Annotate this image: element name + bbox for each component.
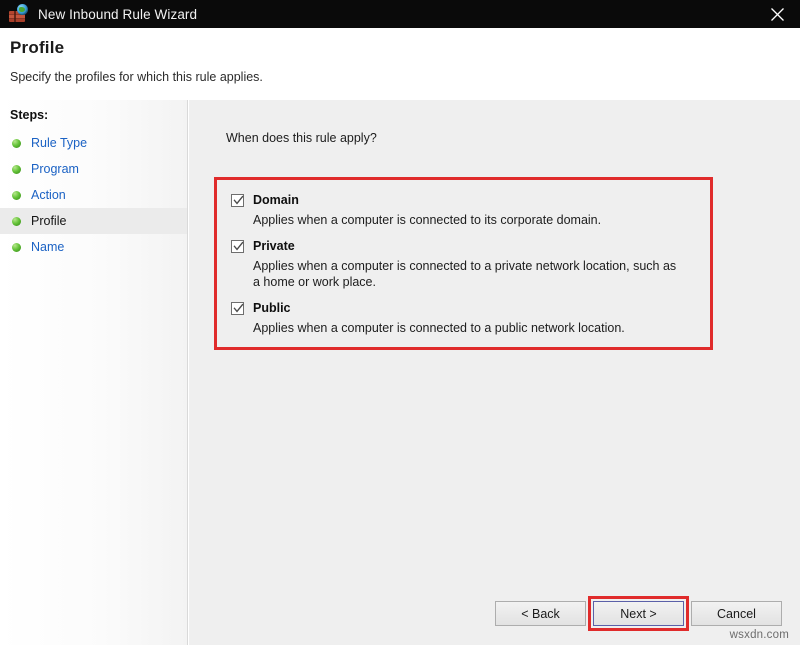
sidebar-item-label: Name xyxy=(31,240,64,254)
profile-description: Applies when a computer is connected to … xyxy=(253,320,683,336)
profile-label: Domain xyxy=(253,192,299,208)
profile-label: Public xyxy=(253,300,291,316)
page-subtitle: Specify the profiles for which this rule… xyxy=(10,70,263,84)
profile-option-private: Private Applies when a computer is conne… xyxy=(231,238,696,290)
profile-label: Private xyxy=(253,238,295,254)
profile-option-public: Public Applies when a computer is connec… xyxy=(231,300,696,336)
firewall-icon xyxy=(9,5,27,23)
profiles-group: Domain Applies when a computer is connec… xyxy=(217,180,710,347)
cancel-button[interactable]: Cancel xyxy=(691,601,782,626)
sidebar-item-label: Action xyxy=(31,188,66,202)
page-title: Profile xyxy=(10,38,64,58)
step-bullet-icon xyxy=(12,139,21,148)
step-bullet-icon xyxy=(12,217,21,226)
domain-checkbox[interactable] xyxy=(231,194,244,207)
watermark: wsxdn.com xyxy=(730,629,789,641)
close-icon[interactable] xyxy=(754,0,800,28)
profiles-highlight-box: Domain Applies when a computer is connec… xyxy=(214,177,713,350)
steps-list: Rule Type Program Action Profile Name xyxy=(0,130,187,260)
rule-apply-question: When does this rule apply? xyxy=(226,131,377,145)
profile-description: Applies when a computer is connected to … xyxy=(253,258,683,290)
next-button[interactable]: Next > xyxy=(593,601,684,626)
sidebar-item-program[interactable]: Program xyxy=(0,156,187,182)
step-bullet-icon xyxy=(12,165,21,174)
sidebar-item-label: Rule Type xyxy=(31,136,87,150)
public-checkbox[interactable] xyxy=(231,302,244,315)
page-header: Profile Specify the profiles for which t… xyxy=(0,28,800,100)
sidebar-item-rule-type[interactable]: Rule Type xyxy=(0,130,187,156)
step-bullet-icon xyxy=(12,191,21,200)
sidebar-item-profile[interactable]: Profile xyxy=(0,208,187,234)
step-bullet-icon xyxy=(12,243,21,252)
sidebar-item-action[interactable]: Action xyxy=(0,182,187,208)
body-area: Steps: Rule Type Program Action Profile xyxy=(0,100,800,645)
window-title: New Inbound Rule Wizard xyxy=(38,7,197,22)
profile-option-domain: Domain Applies when a computer is connec… xyxy=(231,192,696,228)
content-panel: When does this rule apply? Domain Ap xyxy=(189,100,800,645)
wizard-window: New Inbound Rule Wizard Profile Specify … xyxy=(0,0,800,645)
title-bar: New Inbound Rule Wizard xyxy=(0,0,800,28)
sidebar-item-name[interactable]: Name xyxy=(0,234,187,260)
profile-description: Applies when a computer is connected to … xyxy=(253,212,683,228)
sidebar-item-label: Program xyxy=(31,162,79,176)
steps-heading: Steps: xyxy=(10,108,48,122)
private-checkbox[interactable] xyxy=(231,240,244,253)
sidebar-item-label: Profile xyxy=(31,214,66,228)
steps-sidebar: Steps: Rule Type Program Action Profile xyxy=(0,100,188,645)
back-button[interactable]: < Back xyxy=(495,601,586,626)
